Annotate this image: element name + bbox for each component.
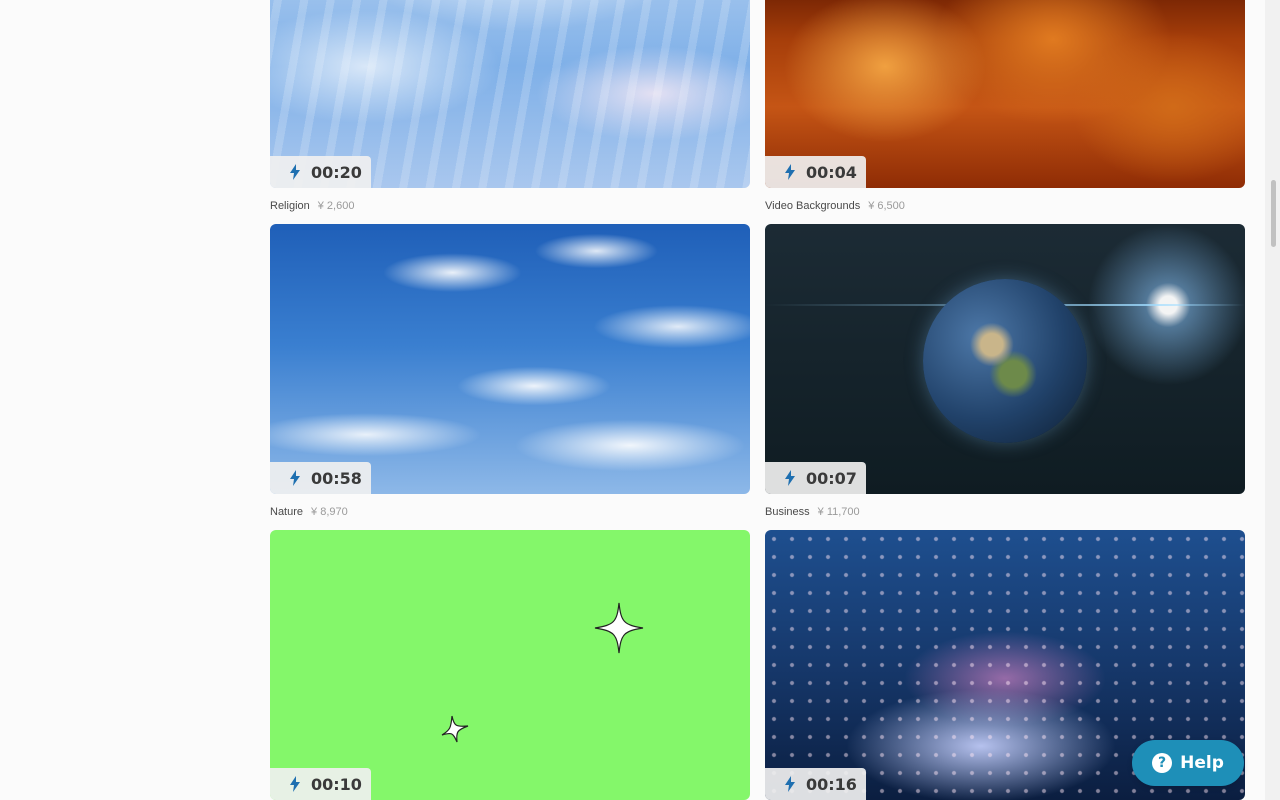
price-text: ¥ 11,700 <box>817 506 860 518</box>
price-text: ¥ 2,600 <box>317 200 355 212</box>
video-thumbnail[interactable]: 00:07 <box>765 224 1245 494</box>
lightning-bolt-icon <box>290 776 300 792</box>
duration-text: 00:07 <box>806 468 857 488</box>
lightning-bolt-icon <box>785 470 795 486</box>
video-card: 00:10 <box>270 530 750 800</box>
duration-text: 00:20 <box>311 162 362 182</box>
video-thumbnail[interactable]: 00:20 <box>270 0 750 188</box>
duration-text: 00:10 <box>311 774 362 794</box>
lightning-bolt-icon <box>290 164 300 180</box>
category-link[interactable]: Nature <box>270 506 303 518</box>
card-meta: Business ¥ 11,700 <box>765 494 1245 530</box>
video-card: 00:20 Religion ¥ 2,600 <box>270 0 750 224</box>
help-label: Help <box>1180 753 1224 773</box>
duration-text: 00:16 <box>806 774 857 794</box>
video-thumbnail[interactable]: 00:04 <box>765 0 1245 188</box>
help-button[interactable]: ? Help <box>1132 740 1244 786</box>
duration-text: 00:58 <box>311 468 362 488</box>
vertical-scrollbar[interactable] <box>1265 0 1280 800</box>
video-card: 00:04 Video Backgrounds ¥ 6,500 <box>765 0 1245 224</box>
price-text: ¥ 8,970 <box>311 506 348 518</box>
duration-badge: 00:20 <box>270 156 371 188</box>
duration-badge: 00:07 <box>765 462 866 494</box>
sparkle-shape <box>594 602 644 654</box>
category-link[interactable]: Video Backgrounds <box>765 200 860 212</box>
video-card: 00:58 Nature ¥ 8,970 <box>270 224 750 530</box>
duration-badge: 00:04 <box>765 156 866 188</box>
card-meta: Religion ¥ 2,600 <box>270 188 750 224</box>
video-thumbnail[interactable]: 00:10 <box>270 530 750 800</box>
price-text: ¥ 6,500 <box>868 200 905 212</box>
lightning-bolt-icon <box>785 776 795 792</box>
scrollbar-thumb[interactable] <box>1271 180 1276 247</box>
duration-text: 00:04 <box>806 162 857 182</box>
lightning-bolt-icon <box>785 164 795 180</box>
duration-badge: 00:58 <box>270 462 371 494</box>
video-thumbnail[interactable]: 00:58 <box>270 224 750 494</box>
duration-badge: 00:10 <box>270 768 371 800</box>
card-meta: Video Backgrounds ¥ 6,500 <box>765 188 1245 224</box>
sparkle-shape <box>441 715 469 743</box>
card-meta: Nature ¥ 8,970 <box>270 494 750 530</box>
page: 00:20 Religion ¥ 2,600 00:04 Video Backg… <box>0 0 1280 800</box>
lightning-bolt-icon <box>290 470 300 486</box>
category-link[interactable]: Business <box>765 506 810 518</box>
video-card: 00:07 Business ¥ 11,700 <box>765 224 1245 530</box>
duration-badge: 00:16 <box>765 768 866 800</box>
category-link[interactable]: Religion <box>270 200 310 212</box>
question-circle-icon: ? <box>1152 753 1173 773</box>
